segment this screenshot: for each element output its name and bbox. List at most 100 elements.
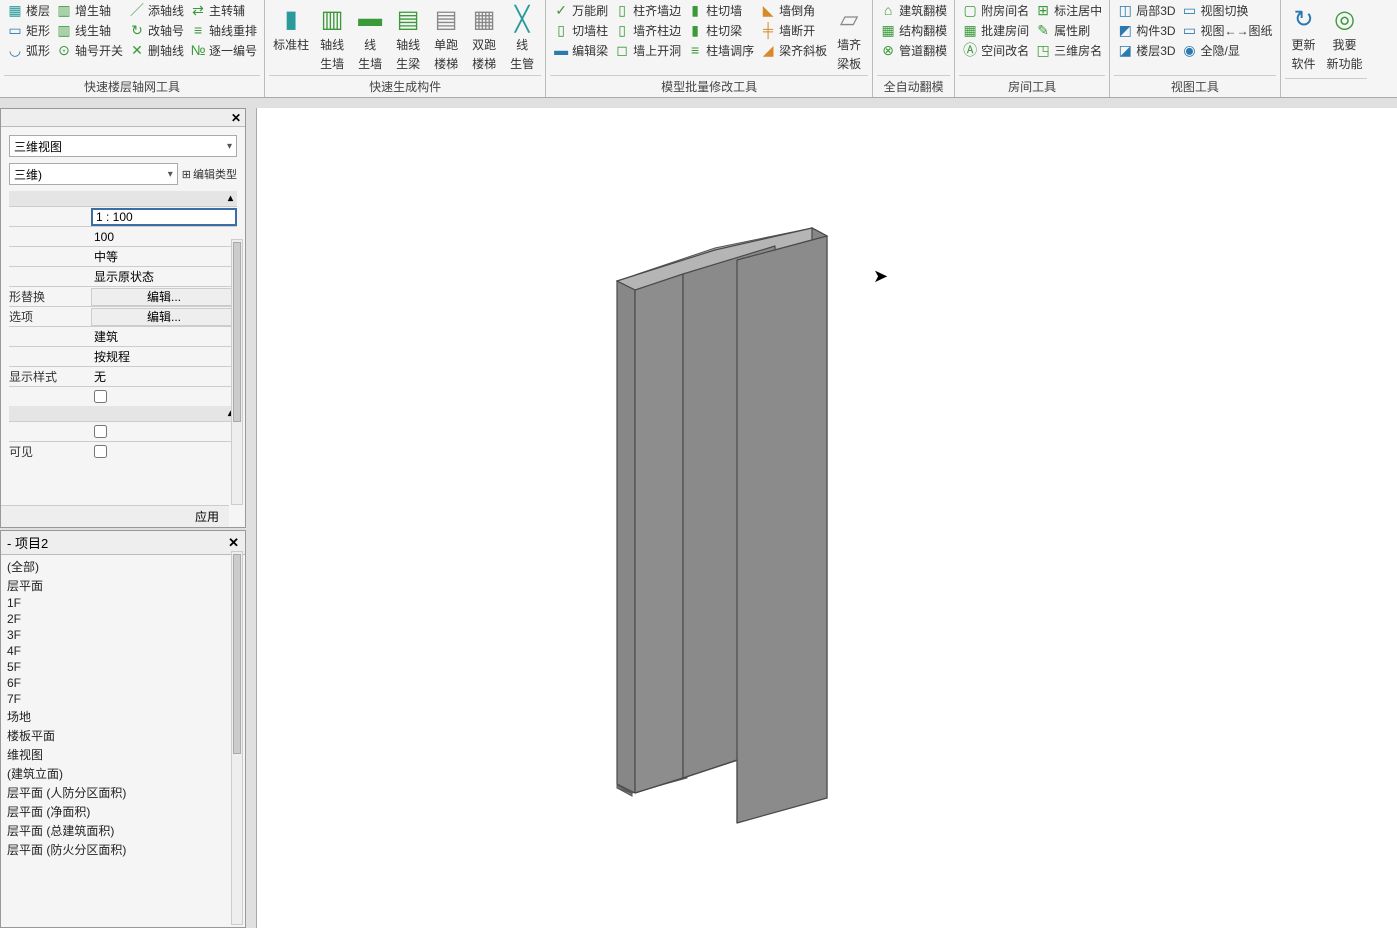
checkbox[interactable] — [94, 445, 107, 458]
btn-element-3d[interactable]: ◩构件3D — [1117, 22, 1175, 40]
hidden-value[interactable]: 按规程 — [91, 348, 237, 366]
btn-add-axis[interactable]: ▥增生轴 — [56, 2, 123, 20]
btn-axis-toggle[interactable]: ⊙轴号开关 — [56, 42, 123, 60]
checkbox-cell[interactable] — [91, 388, 237, 406]
btn-edit-beam[interactable]: ▬编辑梁 — [553, 42, 608, 60]
btn-col-align-wall[interactable]: ▯柱齐墙边 — [614, 2, 681, 20]
btn-brush[interactable]: ✓万能刷 — [553, 2, 608, 20]
btn-center-tag[interactable]: ⊞标注居中 — [1035, 2, 1102, 20]
tree-node[interactable]: 维视图 — [5, 745, 241, 764]
btn-col-cut-wall[interactable]: ▮柱切墙 — [687, 2, 754, 20]
checkbox[interactable] — [94, 390, 107, 403]
viewport-3d[interactable]: ➤ — [256, 108, 1397, 928]
btn-3d-room-name[interactable]: ◳三维房名 — [1035, 42, 1102, 60]
btn-main-aux[interactable]: ⇄主转辅 — [190, 2, 257, 20]
browser-titlebar[interactable]: - 项目2✕ — [1, 531, 245, 555]
visibility-value[interactable]: 显示原状态 — [91, 268, 237, 286]
group-header[interactable]: ▴ — [9, 406, 237, 421]
tree-node[interactable]: 2F — [5, 611, 241, 627]
btn-beam-slope[interactable]: ◢梁齐斜板 — [760, 42, 827, 60]
checkbox-cell[interactable] — [91, 423, 237, 441]
tree-node[interactable]: 3F — [5, 627, 241, 643]
btn-wall-align-col[interactable]: ▯墙齐柱边 — [614, 22, 681, 40]
close-icon[interactable]: ✕ — [231, 111, 241, 125]
btn-batch-room[interactable]: ▦批建房间 — [962, 22, 1029, 40]
scrollbar[interactable] — [231, 239, 243, 505]
grid-plus-icon: ▥ — [56, 2, 72, 18]
btn-arch-model[interactable]: ⌂建筑翻模 — [880, 2, 947, 20]
tree-node[interactable]: 4F — [5, 643, 241, 659]
btn-wall-break[interactable]: ╪墙断开 — [760, 22, 827, 40]
btn-col-wall-order[interactable]: ≡柱墙调序 — [687, 42, 754, 60]
btn-update[interactable]: ↻更新软件 — [1285, 2, 1323, 74]
tree-node[interactable]: 7F — [5, 691, 241, 707]
stair-icon: ▤ — [431, 4, 461, 34]
panel-titlebar[interactable]: ✕ — [1, 109, 245, 127]
btn-floor[interactable]: ▦楼层 — [7, 2, 50, 20]
group-header[interactable]: ▴ — [9, 191, 237, 206]
btn-line-pipe[interactable]: ╳线生管 — [503, 2, 541, 74]
apply-button[interactable]: 应用 — [1, 505, 229, 527]
type-selector[interactable]: 三维视图▾ — [9, 135, 237, 157]
close-icon[interactable]: ✕ — [228, 535, 239, 551]
scrollbar[interactable] — [231, 551, 243, 925]
tree-node[interactable]: (建筑立面) — [5, 764, 241, 783]
btn-rename-axis[interactable]: ↻改轴号 — [129, 22, 184, 40]
scale-input[interactable]: 1 : 100 — [91, 208, 237, 226]
btn-line-axis[interactable]: ▥线生轴 — [56, 22, 123, 40]
tree-node[interactable]: 场地 — [5, 707, 241, 726]
btn-feature-request[interactable]: ◎我要新功能 — [1323, 2, 1367, 74]
btn-col-cut-beam[interactable]: ▮柱切梁 — [687, 22, 754, 40]
btn-space-rename[interactable]: Ⓐ空间改名 — [962, 42, 1029, 60]
detail-value[interactable]: 中等 — [91, 248, 237, 266]
btn-struct-model[interactable]: ▦结构翻模 — [880, 22, 947, 40]
btn-single-stair[interactable]: ▤单跑楼梯 — [427, 2, 465, 74]
tree-node[interactable]: (全部) — [5, 557, 241, 576]
edit-button[interactable]: 编辑... — [91, 288, 237, 306]
tree-node[interactable]: 层平面 (人防分区面积) — [5, 783, 241, 802]
checkbox[interactable] — [94, 425, 107, 438]
btn-local-3d[interactable]: ◫局部3D — [1117, 2, 1175, 20]
btn-renumber[interactable]: №逐一编号 — [190, 42, 257, 60]
checkbox-cell[interactable] — [91, 443, 237, 461]
btn-double-stair[interactable]: ▦双跑楼梯 — [465, 2, 503, 74]
cut2-icon: ▮ — [687, 2, 703, 18]
tree-node[interactable]: 层平面 — [5, 576, 241, 595]
btn-hide-show[interactable]: ◉全隐/显 — [1182, 42, 1273, 60]
btn-view-sheet[interactable]: ▭视图←→图纸 — [1182, 22, 1273, 40]
btn-axis-beam[interactable]: ▤轴线生梁 — [389, 2, 427, 74]
edit-type-button[interactable]: ⊞编辑类型 — [182, 166, 237, 182]
style-value[interactable]: 无 — [91, 368, 237, 386]
btn-delete-axis[interactable]: ✕删轴线 — [129, 42, 184, 60]
tree-node[interactable]: 楼板平面 — [5, 726, 241, 745]
discipline-value[interactable]: 建筑 — [91, 328, 237, 346]
chevron-down-icon: ▾ — [227, 141, 232, 152]
tree-node[interactable]: 层平面 (净面积) — [5, 802, 241, 821]
btn-wall-align-beam[interactable]: ▱墙齐梁板 — [830, 2, 868, 74]
btn-wall-chamfer[interactable]: ◣墙倒角 — [760, 2, 827, 20]
view-name-selector[interactable]: 三维)▾ — [9, 163, 178, 185]
btn-reorder[interactable]: ≡轴线重排 — [190, 22, 257, 40]
btn-add-line[interactable]: ／添轴线 — [129, 2, 184, 20]
scrollbar-thumb[interactable] — [233, 554, 241, 754]
btn-floor-3d[interactable]: ◪楼层3D — [1117, 42, 1175, 60]
tree-node[interactable]: 5F — [5, 659, 241, 675]
tree-node[interactable]: 1F — [5, 595, 241, 611]
tree-node[interactable]: 6F — [5, 675, 241, 691]
edit-button[interactable]: 编辑... — [91, 308, 237, 326]
btn-cut-wall[interactable]: ▯切墙柱 — [553, 22, 608, 40]
btn-wall-hole[interactable]: ◻墙上开洞 — [614, 42, 681, 60]
btn-axis-wall[interactable]: ▥轴线生墙 — [313, 2, 351, 74]
scrollbar-thumb[interactable] — [233, 242, 241, 422]
btn-arc[interactable]: ◡弧形 — [7, 42, 50, 60]
grid-line-icon: ▥ — [56, 22, 72, 38]
tree-node[interactable]: 层平面 (防火分区面积) — [5, 840, 241, 859]
btn-view-switch[interactable]: ▭视图切换 — [1182, 2, 1273, 20]
btn-line-wall[interactable]: ▬线生墙 — [351, 2, 389, 74]
btn-prop-brush[interactable]: ✎属性刷 — [1035, 22, 1102, 40]
btn-std-column[interactable]: ▮标准柱 — [269, 2, 313, 55]
btn-pipe-model[interactable]: ⊗管道翻模 — [880, 42, 947, 60]
btn-room-name[interactable]: ▢附房间名 — [962, 2, 1029, 20]
tree-node[interactable]: 层平面 (总建筑面积) — [5, 821, 241, 840]
btn-rect[interactable]: ▭矩形 — [7, 22, 50, 40]
